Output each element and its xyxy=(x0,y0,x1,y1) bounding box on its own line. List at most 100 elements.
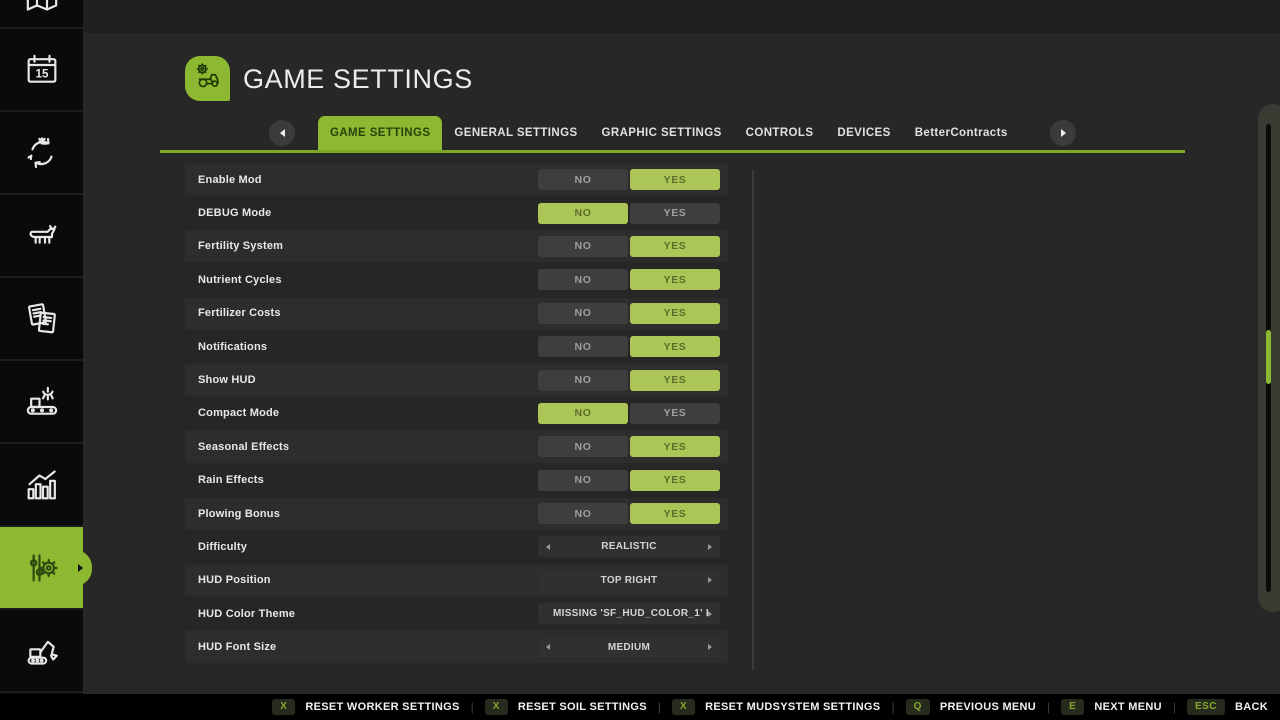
tabs-next-button[interactable] xyxy=(1050,120,1076,146)
setting-label: Plowing Bonus xyxy=(198,508,538,520)
tab-bar: GAME SETTINGSGENERAL SETTINGSGRAPHIC SET… xyxy=(160,116,1185,153)
setting-label: Fertilizer Costs xyxy=(198,307,538,319)
hint-label: RESET MUDSYSTEM SETTINGS xyxy=(705,701,880,713)
tab-game-settings[interactable]: GAME SETTINGS xyxy=(318,116,442,150)
tab-devices[interactable]: DEVICES xyxy=(825,116,902,150)
contracts-icon xyxy=(22,299,62,339)
toggle-no-button[interactable]: NO xyxy=(538,236,628,257)
selector-value: TOP RIGHT xyxy=(550,575,708,586)
selector-hud-font-size[interactable]: MEDIUM xyxy=(538,637,720,658)
setting-row: Enable ModNOYES xyxy=(185,164,728,195)
hint-divider: | xyxy=(658,700,661,714)
bottom-bar: X RESET WORKER SETTINGS | XRESET SOIL SETTI… xyxy=(0,694,1280,720)
tab-graphic-settings[interactable]: GRAPHIC SETTINGS xyxy=(590,116,734,150)
hint-label: RESET SOIL SETTINGS xyxy=(518,701,647,713)
statistics-icon xyxy=(22,465,62,505)
setting-label: HUD Position xyxy=(198,574,538,586)
hint-label: RESET WORKER SETTINGS xyxy=(305,701,459,713)
toggle-no-button[interactable]: NO xyxy=(538,269,628,290)
hint-reset-mudsystem-settings[interactable]: XRESET MUDSYSTEM SETTINGS xyxy=(672,699,880,715)
toggle-group: NOYES xyxy=(538,269,720,290)
toggle-yes-button[interactable]: YES xyxy=(630,403,720,424)
key-badge-q: Q xyxy=(906,699,930,715)
hint-divider: | xyxy=(1173,700,1176,714)
selector-value: MISSING 'SF_HUD_COLOR_1' L... xyxy=(550,608,708,619)
selector-hud-position[interactable]: TOP RIGHT xyxy=(538,570,720,591)
toggle-yes-button[interactable]: YES xyxy=(630,370,720,391)
selector-right-arrow-icon[interactable] xyxy=(708,577,712,583)
hint-label: NEXT MENU xyxy=(1094,701,1161,713)
tab-general-settings[interactable]: GENERAL SETTINGS xyxy=(442,116,589,150)
selector-hud-color-theme[interactable]: MISSING 'SF_HUD_COLOR_1' L... xyxy=(538,603,720,624)
toggle-no-button[interactable]: NO xyxy=(538,403,628,424)
hint-next-menu[interactable]: E NEXT MENU xyxy=(1061,699,1162,715)
toggle-yes-button[interactable]: YES xyxy=(630,503,720,524)
toggle-yes-button[interactable]: YES xyxy=(630,470,720,491)
calendar-icon: 15 xyxy=(22,50,62,90)
tab-controls[interactable]: CONTROLS xyxy=(734,116,826,150)
toggle-yes-button[interactable]: YES xyxy=(630,169,720,190)
toggle-no-button[interactable]: NO xyxy=(538,169,628,190)
toggle-no-button[interactable]: NO xyxy=(538,370,628,391)
toggle-no-button[interactable]: NO xyxy=(538,303,628,324)
hint-previous-menu[interactable]: QPREVIOUS MENU xyxy=(906,699,1036,715)
hint-reset-soil-settings[interactable]: XRESET SOIL SETTINGS xyxy=(485,699,647,715)
crop-rotation-icon xyxy=(22,133,62,173)
sidebar-item-map[interactable] xyxy=(0,0,83,29)
sidebar-item-contracts[interactable] xyxy=(0,278,83,361)
construction-icon xyxy=(22,631,62,671)
setting-label: Notifications xyxy=(198,341,538,353)
setting-row: Compact ModeNOYES xyxy=(185,398,728,429)
sidebar: 15 xyxy=(0,0,83,694)
toggle-no-button[interactable]: NO xyxy=(538,503,628,524)
animals-icon xyxy=(22,216,62,256)
selector-right-arrow-icon[interactable] xyxy=(708,644,712,650)
hint-reset-worker-settings[interactable]: X RESET WORKER SETTINGS xyxy=(272,699,459,715)
sidebar-item-settings[interactable] xyxy=(0,527,83,610)
active-item-notch xyxy=(75,550,92,586)
sidebar-item-statistics[interactable] xyxy=(0,444,83,527)
page-title: GAME SETTINGS xyxy=(243,64,473,95)
toggle-no-button[interactable]: NO xyxy=(538,203,628,224)
tab-bettercontracts[interactable]: BetterContracts xyxy=(903,116,1020,150)
toggle-group: NOYES xyxy=(538,370,720,391)
toggle-yes-button[interactable]: YES xyxy=(630,336,720,357)
setting-row: HUD Color Theme MISSING 'SF_HUD_COLOR_1' … xyxy=(185,598,728,629)
selector-right-arrow-icon[interactable] xyxy=(708,611,712,617)
toggle-yes-button[interactable]: YES xyxy=(630,303,720,324)
key-badge-e: E xyxy=(1061,699,1084,715)
toggle-group: NOYES xyxy=(538,470,720,491)
selector-right-arrow-icon[interactable] xyxy=(708,544,712,550)
tabs: GAME SETTINGSGENERAL SETTINGSGRAPHIC SET… xyxy=(318,116,1020,150)
key-badge-x: X xyxy=(272,699,295,715)
toggle-yes-button[interactable]: YES xyxy=(630,236,720,257)
setting-row: Fertility SystemNOYES xyxy=(185,231,728,262)
setting-label: Enable Mod xyxy=(198,174,538,186)
production-icon xyxy=(22,382,62,422)
setting-row: HUD Font SizeMEDIUM xyxy=(185,631,728,662)
page-scrollbar-thumb[interactable] xyxy=(1266,330,1271,384)
sidebar-item-animals[interactable] xyxy=(0,195,83,278)
sidebar-item-calendar[interactable]: 15 xyxy=(0,29,83,112)
toggle-group: NOYES xyxy=(538,303,720,324)
sidebar-item-production[interactable] xyxy=(0,361,83,444)
sidebar-item-construction[interactable] xyxy=(0,610,83,693)
toggle-no-button[interactable]: NO xyxy=(538,436,628,457)
toggle-yes-button[interactable]: YES xyxy=(630,436,720,457)
hint-label: BACK xyxy=(1235,701,1268,713)
setting-row: Fertilizer CostsNOYES xyxy=(185,298,728,329)
settings-scrollbar-track[interactable] xyxy=(752,170,754,670)
selector-difficulty[interactable]: REALISTIC xyxy=(538,536,720,557)
toggle-yes-button[interactable]: YES xyxy=(630,269,720,290)
selector-value: REALISTIC xyxy=(550,541,708,552)
page-icon xyxy=(185,56,230,101)
toggle-no-button[interactable]: NO xyxy=(538,470,628,491)
map-icon xyxy=(22,0,62,17)
setting-label: Fertility System xyxy=(198,240,538,252)
setting-label: HUD Color Theme xyxy=(198,608,538,620)
toggle-yes-button[interactable]: YES xyxy=(630,203,720,224)
hint-back[interactable]: ESCBACK xyxy=(1187,699,1268,715)
sidebar-item-crop-rotation[interactable] xyxy=(0,112,83,195)
toggle-no-button[interactable]: NO xyxy=(538,336,628,357)
tabs-prev-button[interactable] xyxy=(269,120,295,146)
